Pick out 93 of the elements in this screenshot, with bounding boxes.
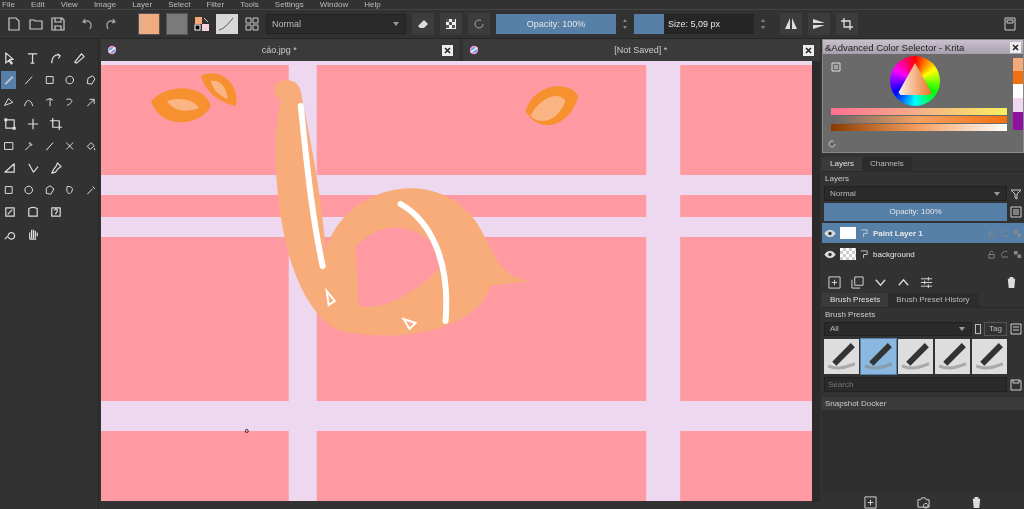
layer-thumbnail — [840, 248, 856, 260]
app-logo-icon — [468, 45, 479, 55]
brush-preset-thumbnail[interactable] — [861, 339, 896, 374]
recent-colors-strip[interactable] — [1013, 58, 1023, 130]
size-slider[interactable]: Size: 5,09 px — [634, 14, 754, 34]
grid-icon[interactable] — [244, 16, 260, 32]
document-title: cáo.jpg * — [260, 45, 298, 55]
document-title: [Not Saved] * — [613, 45, 669, 55]
docker-tab[interactable]: Layers — [822, 157, 862, 171]
folder-icon[interactable] — [28, 16, 44, 32]
refresh-icon[interactable] — [827, 139, 837, 149]
docker-title: Snapshot Docker — [825, 399, 887, 408]
eraser-icon[interactable] — [412, 13, 434, 35]
color-gradient-sliders[interactable] — [831, 108, 1007, 131]
checkerboard-icon[interactable] — [1013, 228, 1022, 238]
transform-icon[interactable] — [1, 115, 19, 133]
layer-name: background — [873, 249, 915, 259]
menu-item[interactable]: File — [2, 0, 15, 9]
menu-item[interactable]: Help — [364, 0, 381, 9]
document-tab[interactable]: [Not Saved] * — [462, 39, 820, 61]
menu-item[interactable]: Layer — [132, 0, 153, 9]
menu-item[interactable]: Select — [168, 0, 191, 9]
tag-button[interactable]: Tag — [984, 322, 1007, 336]
menu-icon[interactable] — [831, 62, 841, 72]
caret-icon — [958, 325, 967, 333]
layer-row[interactable]: background — [822, 244, 1024, 264]
sliders-icon[interactable] — [920, 276, 933, 289]
crop-icon[interactable] — [47, 115, 65, 133]
camera-icon[interactable] — [916, 496, 930, 509]
view-mode-icon[interactable] — [1010, 323, 1022, 335]
scrollbar[interactable] — [812, 61, 820, 502]
lock-icon[interactable] — [987, 249, 996, 259]
docker-tab[interactable]: Brush Presets — [822, 293, 889, 307]
mirror-vertical-icon[interactable] — [808, 13, 830, 35]
menu-item[interactable]: Edit — [30, 0, 45, 9]
duplicate-icon[interactable] — [851, 276, 864, 289]
layer-opacity-slider[interactable]: Opacity: 100% — [824, 203, 1007, 221]
layer-thumbnail — [840, 227, 856, 239]
brush-icon[interactable] — [1, 71, 17, 89]
filter-icon[interactable] — [1010, 187, 1022, 200]
foreground-color-swatch[interactable] — [138, 13, 160, 35]
chevron-down-icon[interactable] — [874, 276, 887, 289]
blend-mode-dropdown[interactable]: Normal — [266, 14, 406, 34]
search-field[interactable]: Search — [824, 377, 1007, 392]
color-swap-icon[interactable] — [194, 16, 210, 32]
menu-item[interactable]: Filter — [206, 0, 225, 9]
brush-preset-thumbnail[interactable] — [824, 339, 859, 374]
brush-preset-thumbnail[interactable] — [972, 339, 1007, 374]
menu-item[interactable]: Tools — [240, 0, 259, 9]
close-icon[interactable] — [441, 44, 453, 56]
layer-row[interactable]: Paint Layer 1 — [822, 223, 1024, 243]
document-tab[interactable]: cáo.jpg * — [101, 39, 459, 61]
checkerboard-icon[interactable] — [1013, 249, 1022, 259]
docker-tab[interactable]: Brush Preset History — [888, 293, 978, 307]
menu-item[interactable]: Settings — [274, 0, 304, 9]
chevron-up-icon[interactable] — [897, 276, 910, 289]
caret-icon — [993, 189, 1001, 198]
color-wheel[interactable] — [890, 56, 940, 106]
docker-tab[interactable]: Channels — [862, 157, 912, 171]
menu-item[interactable]: View — [60, 0, 78, 9]
docker-title: Brush Presets — [825, 310, 876, 319]
save-icon[interactable] — [50, 16, 66, 32]
mirror-horizontal-icon[interactable] — [780, 13, 802, 35]
app-logo-icon — [107, 45, 117, 55]
layer-type-icon — [860, 228, 869, 238]
background-color-swatch[interactable] — [166, 13, 188, 35]
docker-title: Layers — [825, 174, 849, 183]
caret-icon — [392, 20, 400, 28]
save-icon[interactable] — [1010, 378, 1022, 391]
opacity-slider[interactable]: Opacity: 100% — [496, 14, 616, 34]
eye-icon[interactable] — [824, 249, 836, 259]
add-icon[interactable] — [863, 496, 877, 509]
tag-filter-dropdown[interactable]: All — [824, 322, 973, 336]
menu-item[interactable]: Image — [93, 0, 117, 9]
menu-item[interactable]: Window — [319, 0, 349, 9]
trash-icon[interactable] — [1005, 276, 1018, 289]
brush-preset-thumbnail[interactable] — [935, 339, 970, 374]
alpha-icon[interactable] — [1000, 249, 1009, 259]
checkerboard-icon[interactable] — [440, 13, 462, 35]
add-icon[interactable] — [828, 276, 841, 289]
brush-preset-thumbnail[interactable] — [898, 339, 933, 374]
close-icon[interactable] — [803, 44, 814, 56]
eye-icon[interactable] — [824, 228, 836, 238]
layer-type-icon — [860, 249, 869, 259]
crop-icon[interactable] — [836, 13, 858, 35]
reload-icon[interactable] — [468, 13, 490, 35]
close-icon[interactable] — [1010, 41, 1021, 53]
new-document-icon[interactable] — [6, 16, 22, 32]
panel-title: &Advanced Color Selector - Krita — [825, 41, 965, 53]
layer-name: Paint Layer 1 — [873, 228, 923, 238]
blend-mode-dropdown[interactable]: Normal — [824, 186, 1007, 201]
properties-icon[interactable] — [1010, 206, 1022, 218]
tag-icon[interactable] — [975, 324, 982, 334]
